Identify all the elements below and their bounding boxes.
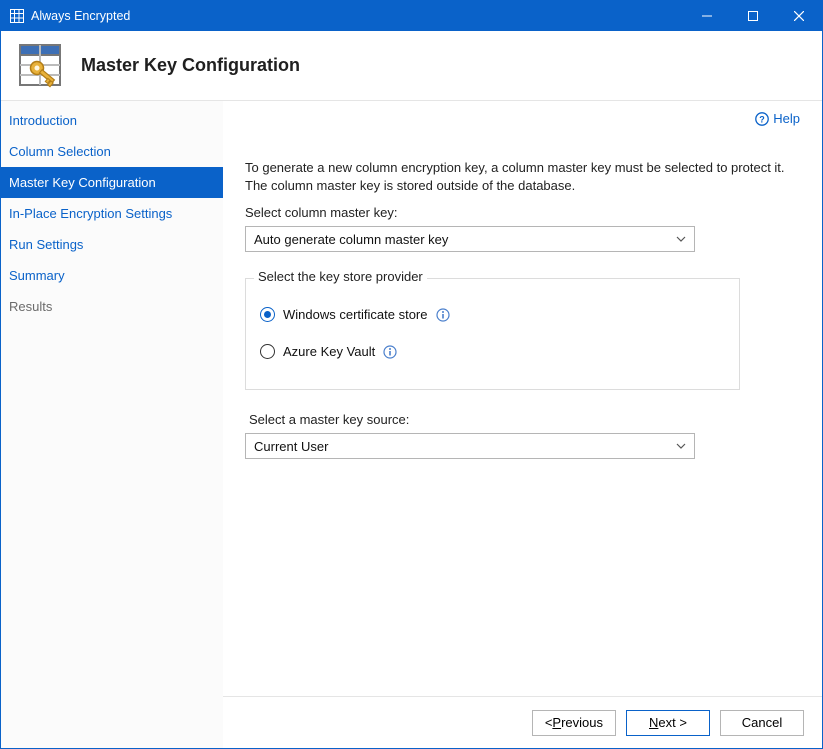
- sidebar-item-introduction[interactable]: Introduction: [1, 105, 223, 136]
- previous-button[interactable]: < Previous: [532, 710, 616, 736]
- radio-label: Windows certificate store: [283, 307, 428, 322]
- radio-indicator: [260, 307, 275, 322]
- wizard-header: Master Key Configuration: [1, 31, 822, 101]
- titlebar-title: Always Encrypted: [31, 9, 130, 23]
- intro-text: To generate a new column encryption key,…: [245, 159, 785, 195]
- sidebar-item-in-place-encryption-settings[interactable]: In-Place Encryption Settings: [1, 198, 223, 229]
- select-master-key-label: Select column master key:: [245, 205, 800, 220]
- master-key-source-dropdown[interactable]: Current User: [245, 433, 695, 459]
- help-label: Help: [773, 111, 800, 126]
- page-title: Master Key Configuration: [81, 55, 300, 76]
- master-key-source-label: Select a master key source:: [249, 412, 800, 427]
- info-icon[interactable]: [383, 345, 397, 359]
- info-icon[interactable]: [436, 308, 450, 322]
- maximize-button[interactable]: [730, 1, 776, 31]
- sidebar: Introduction Column Selection Master Key…: [1, 101, 223, 748]
- wizard-body: Introduction Column Selection Master Key…: [1, 101, 822, 748]
- help-link[interactable]: ? Help: [755, 111, 800, 126]
- content: ? Help To generate a new column encrypti…: [223, 101, 822, 696]
- radio-windows-certificate-store[interactable]: Windows certificate store: [260, 307, 725, 322]
- close-button[interactable]: [776, 1, 822, 31]
- sidebar-item-master-key-configuration[interactable]: Master Key Configuration: [1, 167, 223, 198]
- cancel-button[interactable]: Cancel: [720, 710, 804, 736]
- chevron-down-icon: [676, 443, 686, 449]
- app-icon: [9, 8, 25, 24]
- table-key-icon: [17, 42, 65, 90]
- chevron-down-icon: [676, 236, 686, 242]
- help-icon: ?: [755, 112, 769, 126]
- minimize-button[interactable]: [684, 1, 730, 31]
- sidebar-item-results: Results: [1, 291, 223, 322]
- wizard-footer: < Previous Next > Cancel: [223, 696, 822, 748]
- radio-indicator: [260, 344, 275, 359]
- radio-label: Azure Key Vault: [283, 344, 375, 359]
- next-button[interactable]: Next >: [626, 710, 710, 736]
- key-store-provider-legend: Select the key store provider: [254, 269, 427, 284]
- sidebar-item-summary[interactable]: Summary: [1, 260, 223, 291]
- radio-azure-key-vault[interactable]: Azure Key Vault: [260, 344, 725, 359]
- content-wrap: ? Help To generate a new column encrypti…: [223, 101, 822, 748]
- master-key-dropdown-value: Auto generate column master key: [254, 232, 448, 247]
- key-store-provider-group: Select the key store provider Windows ce…: [245, 278, 740, 390]
- master-key-source-value: Current User: [254, 439, 328, 454]
- sidebar-item-run-settings[interactable]: Run Settings: [1, 229, 223, 260]
- sidebar-item-column-selection[interactable]: Column Selection: [1, 136, 223, 167]
- svg-text:?: ?: [760, 114, 766, 124]
- master-key-dropdown[interactable]: Auto generate column master key: [245, 226, 695, 252]
- titlebar: Always Encrypted: [1, 1, 822, 31]
- wizard-window: Always Encrypted: [0, 0, 823, 749]
